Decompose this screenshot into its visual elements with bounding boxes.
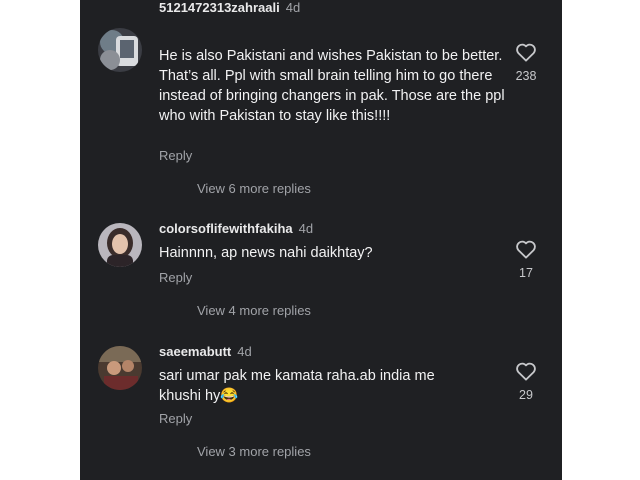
like-count: 17 bbox=[519, 266, 533, 280]
like-button[interactable]: 238 bbox=[505, 42, 547, 84]
heart-outline-icon[interactable] bbox=[515, 239, 537, 259]
view-more-replies-button[interactable]: View 4 more replies bbox=[197, 303, 311, 319]
avatar[interactable] bbox=[98, 28, 142, 72]
comment-text: Hainnnn, ap news nahi daikhtay? bbox=[159, 245, 373, 261]
username[interactable]: 5121472313zahraali bbox=[159, 0, 280, 15]
avatar[interactable] bbox=[98, 346, 142, 390]
comment-header: colorsoflifewithfakiha 4d bbox=[159, 221, 313, 237]
comment-item: colorsoflifewithfakiha 4d Hainnnn, ap new… bbox=[80, 215, 562, 325]
heart-outline-icon[interactable] bbox=[515, 42, 537, 62]
timestamp: 4d bbox=[285, 0, 301, 15]
avatar[interactable] bbox=[98, 223, 142, 267]
reply-button[interactable]: Reply bbox=[159, 270, 192, 286]
timestamp: 4d bbox=[298, 221, 314, 236]
like-count: 238 bbox=[515, 69, 537, 83]
view-more-replies-button[interactable]: View 6 more replies bbox=[197, 181, 311, 197]
heart-outline-icon[interactable] bbox=[515, 361, 537, 381]
comment-item: 5121472313zahraali 4d He is also Pakistan… bbox=[80, 0, 562, 200]
comments-panel: 5121472313zahraali 4d He is also Pakistan… bbox=[80, 0, 562, 480]
username[interactable]: colorsoflifewithfakiha bbox=[159, 221, 293, 236]
reply-button[interactable]: Reply bbox=[159, 148, 192, 164]
comment-header: 5121472313zahraali 4d bbox=[159, 0, 300, 16]
reply-button[interactable]: Reply bbox=[159, 411, 192, 427]
username[interactable]: saeemabutt bbox=[159, 344, 231, 359]
like-count: 29 bbox=[519, 388, 533, 402]
view-more-replies-button[interactable]: View 3 more replies bbox=[197, 444, 311, 460]
comment-header: saeemabutt 4d bbox=[159, 344, 252, 360]
comment-text: sari umar pak me kamata raha.ab india me… bbox=[159, 368, 435, 404]
like-button[interactable]: 29 bbox=[505, 361, 547, 403]
comment-text: He is also Pakistani and wishes Pakistan… bbox=[159, 48, 505, 124]
comment-item: saeemabutt 4d sari umar pak me kamata rah… bbox=[80, 337, 562, 480]
like-button[interactable]: 17 bbox=[505, 239, 547, 281]
timestamp: 4d bbox=[237, 344, 252, 359]
